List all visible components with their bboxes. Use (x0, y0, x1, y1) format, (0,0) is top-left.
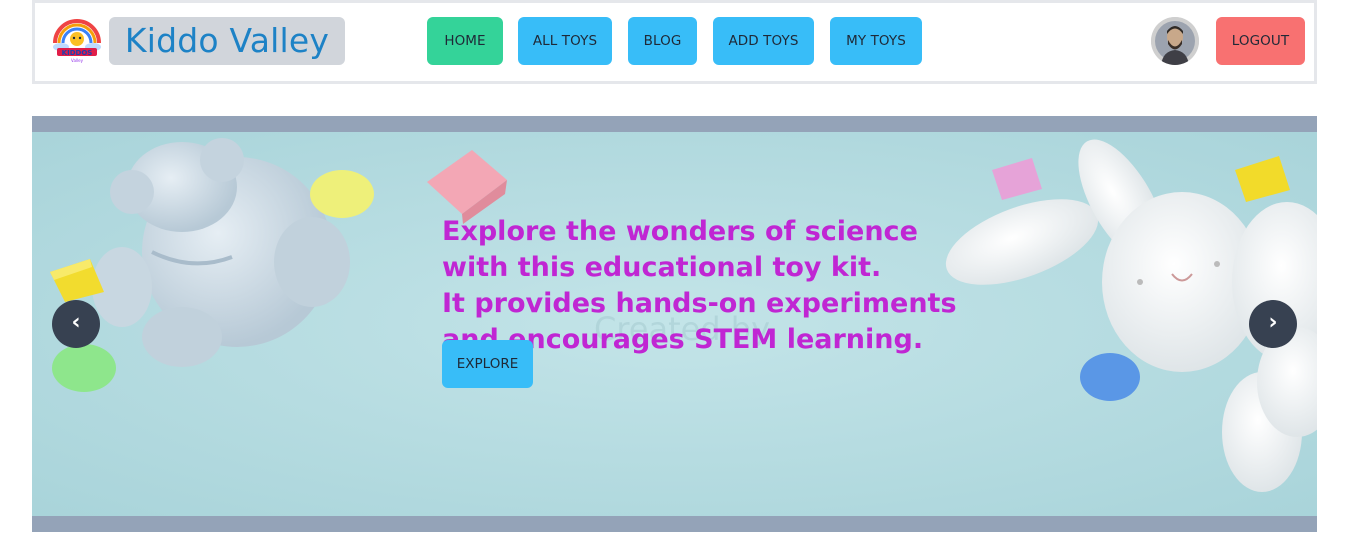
svg-text:Valley: Valley (71, 58, 84, 63)
explore-button[interactable]: EXPLORE (442, 340, 533, 388)
carousel-prev-button[interactable]: ‹ (52, 300, 100, 348)
nav-blog-button[interactable]: BLOG (628, 17, 697, 65)
chevron-left-icon: ‹ (71, 310, 81, 335)
chevron-right-icon: › (1268, 310, 1278, 335)
nav-all-toys-button[interactable]: ALL TOYS (518, 17, 612, 65)
hero-headline-line: Explore the wonders of science (442, 216, 918, 247)
brand-name[interactable]: Kiddo Valley (109, 17, 345, 65)
nav-add-toys-button[interactable]: ADD TOYS (713, 17, 814, 65)
navbar: KIDDOS Valley Kiddo Valley HOME ALL TOYS… (32, 0, 1317, 84)
logout-button[interactable]: LOGOUT (1216, 17, 1305, 65)
user-avatar[interactable] (1151, 17, 1199, 65)
nav-home-button[interactable]: HOME (427, 17, 503, 65)
svg-text:KIDDOS: KIDDOS (62, 49, 93, 57)
hero-headline: Explore the wonders of science with this… (442, 214, 1002, 358)
hero-carousel: Created by Explore the wonders of scienc… (32, 116, 1317, 532)
carousel-slide: Created by Explore the wonders of scienc… (32, 132, 1317, 516)
hero-headline-line: It provides hands-on experiments (442, 288, 957, 319)
kiddos-logo-icon[interactable]: KIDDOS Valley (49, 15, 105, 65)
carousel-next-button[interactable]: › (1249, 300, 1297, 348)
hero-headline-line: with this educational toy kit. (442, 252, 882, 283)
user-avatar-icon (1151, 17, 1199, 65)
nav-my-toys-button[interactable]: MY TOYS (830, 17, 922, 65)
